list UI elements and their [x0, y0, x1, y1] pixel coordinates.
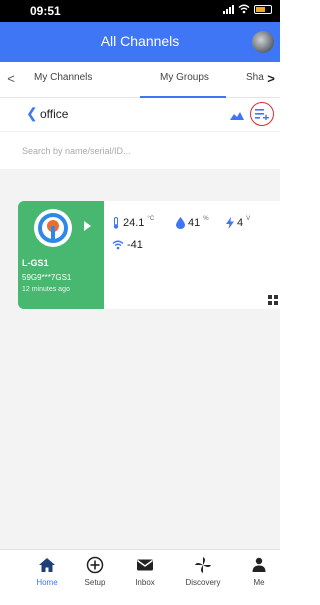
- tab-my-channels[interactable]: My Channels: [34, 72, 116, 83]
- water-drop-icon: [176, 217, 185, 229]
- battery-icon: [254, 4, 272, 14]
- group-header: ❮ office: [0, 98, 280, 132]
- nav-home-label: Home: [36, 578, 58, 587]
- grid-view-icon[interactable]: [268, 295, 278, 305]
- page-title: All Channels: [100, 33, 180, 49]
- bottom-navigation: Home Setup Inbox Discovery Me: [0, 549, 280, 605]
- device-name: L-GS1: [22, 258, 49, 268]
- wifi-icon: [112, 240, 124, 250]
- wifi-status-icon: [238, 4, 250, 14]
- tabs-scroll-right-icon[interactable]: >: [264, 71, 278, 86]
- thermometer-icon: [113, 217, 119, 229]
- device-card-header[interactable]: L-GS1 59G9***7GS1 12 minutes ago: [18, 201, 104, 309]
- temperature-unit: °C: [147, 216, 155, 222]
- person-icon: [252, 557, 266, 572]
- status-bar: 09:51: [0, 0, 280, 22]
- signal-value: -41: [127, 239, 143, 251]
- nav-discovery[interactable]: Discovery: [178, 556, 228, 587]
- plus-circle-icon: [86, 556, 104, 574]
- channel-tabs: < My Channels My Groups Sha >: [0, 62, 280, 98]
- nav-home[interactable]: Home: [22, 556, 72, 587]
- envelope-icon: [137, 559, 153, 571]
- search-input[interactable]: [22, 142, 262, 160]
- nav-inbox[interactable]: Inbox: [120, 556, 170, 587]
- app-header: All Channels: [0, 22, 280, 62]
- status-icons: [223, 4, 272, 14]
- search-bar: [0, 133, 280, 169]
- voltage-unit: V: [246, 216, 251, 222]
- humidity-unit: %: [203, 216, 209, 222]
- humidity-value: 41: [188, 217, 201, 229]
- device-list: L-GS1 59G9***7GS1 12 minutes ago 24.1 °C …: [0, 169, 280, 549]
- tab-my-groups[interactable]: My Groups: [160, 72, 230, 83]
- device-serial: 59G9***7GS1: [22, 273, 72, 282]
- pinwheel-icon: [195, 557, 211, 573]
- nav-inbox-label: Inbox: [135, 578, 155, 587]
- signal-reading: -41: [112, 239, 143, 251]
- status-time: 09:51: [30, 4, 61, 18]
- tabs-scroll-left-icon[interactable]: <: [4, 71, 18, 86]
- device-logo: [34, 209, 72, 247]
- add-list-icon: [255, 109, 269, 120]
- group-name[interactable]: office: [40, 107, 68, 121]
- add-to-list-button[interactable]: [250, 102, 274, 126]
- signal-icon: [223, 4, 234, 14]
- voltage-reading: 4V: [226, 216, 251, 229]
- avatar[interactable]: [252, 31, 274, 53]
- nav-setup[interactable]: Setup: [70, 556, 120, 587]
- nav-me-label: Me: [253, 578, 265, 587]
- temperature-reading: 24.1 °C: [112, 216, 155, 229]
- mountain-icon[interactable]: [230, 110, 244, 120]
- device-updated: 12 minutes ago: [22, 286, 70, 293]
- device-brand-icon: [38, 213, 68, 243]
- device-card[interactable]: L-GS1 59G9***7GS1 12 minutes ago 24.1 °C …: [18, 201, 280, 309]
- nav-me[interactable]: Me: [234, 556, 284, 587]
- play-icon[interactable]: [84, 221, 91, 231]
- lightning-icon: [226, 217, 234, 229]
- home-icon: [39, 558, 55, 572]
- temperature-value: 24.1: [123, 217, 145, 229]
- humidity-reading: 41%: [176, 216, 209, 229]
- nav-setup-label: Setup: [84, 578, 106, 587]
- tab-shared[interactable]: Sha: [246, 72, 264, 83]
- nav-discovery-label: Discovery: [185, 578, 221, 587]
- back-chevron-icon[interactable]: ❮: [26, 105, 38, 122]
- voltage-value: 4: [237, 217, 244, 229]
